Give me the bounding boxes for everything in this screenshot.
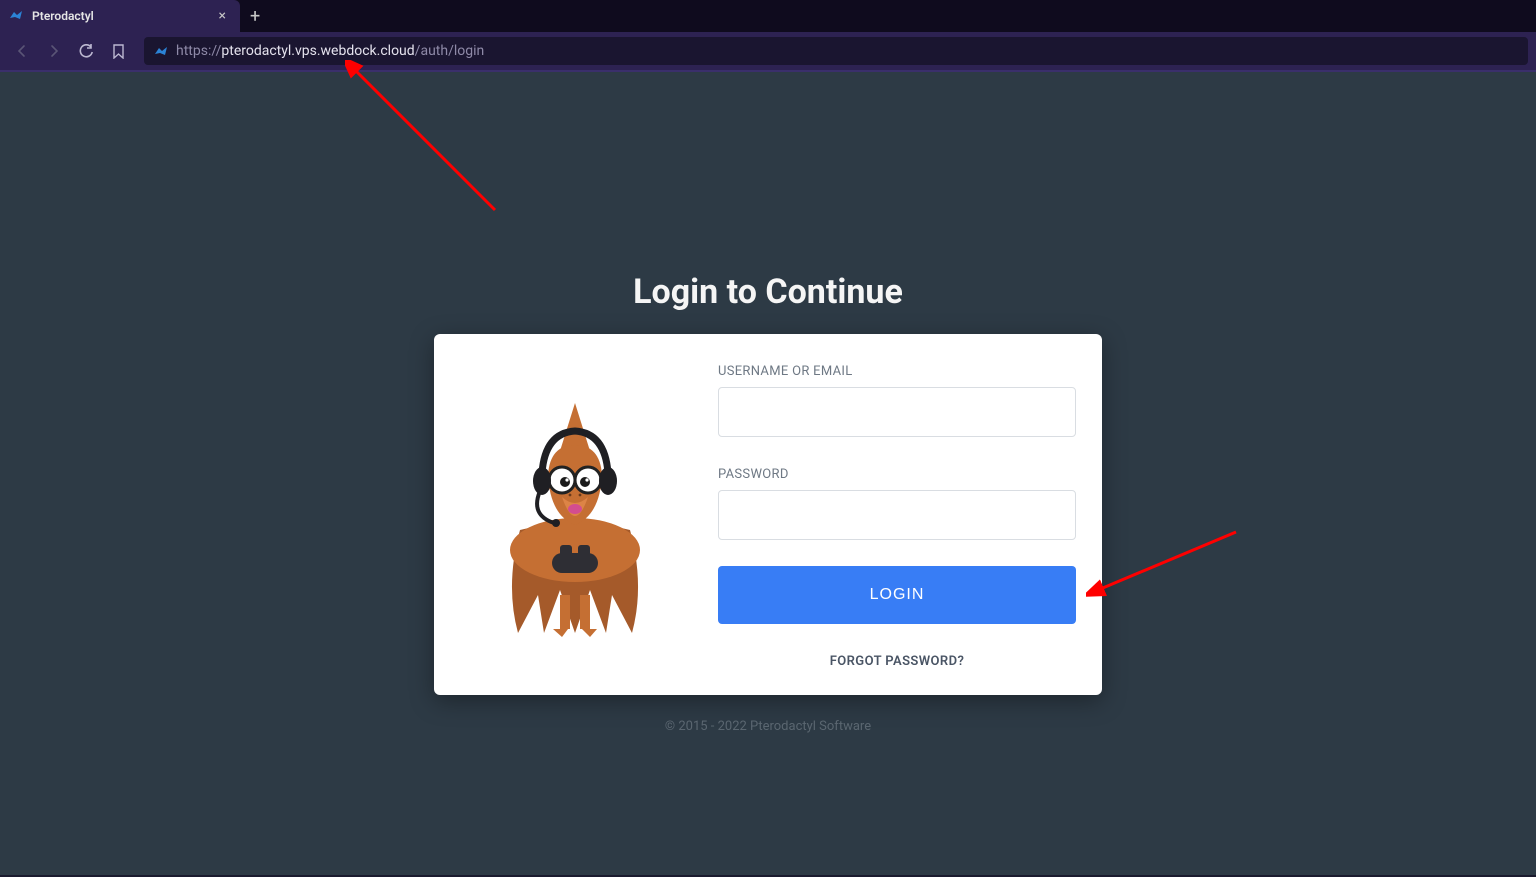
login-form: USERNAME OR EMAIL PASSWORD LOGIN FORGOT … — [718, 360, 1076, 669]
new-tab-button[interactable]: + — [240, 6, 260, 27]
reload-icon[interactable] — [72, 37, 100, 65]
username-input[interactable] — [718, 387, 1076, 437]
tab-bar: Pterodactyl × + — [0, 0, 1536, 32]
page-body: Login to Continue — [0, 72, 1536, 875]
tab-title: Pterodactyl — [32, 9, 207, 23]
page-title: Login to Continue — [633, 272, 903, 312]
password-label: PASSWORD — [718, 467, 1076, 482]
active-tab[interactable]: Pterodactyl × — [0, 0, 240, 32]
bookmark-icon[interactable] — [104, 37, 132, 65]
back-icon[interactable] — [8, 37, 36, 65]
site-favicon-icon — [154, 44, 168, 58]
forward-icon[interactable] — [40, 37, 68, 65]
login-button[interactable]: LOGIN — [718, 566, 1076, 624]
copyright-text: © 2015 - 2022 Pterodactyl Software — [665, 719, 871, 734]
mascot-image — [460, 360, 690, 669]
address-bar[interactable]: https://pterodactyl.vps.webdock.cloud/au… — [144, 37, 1528, 65]
browser-chrome: Pterodactyl × + https://pterodactyl.vps. — [0, 0, 1536, 72]
forgot-password-link[interactable]: FORGOT PASSWORD? — [718, 654, 1076, 669]
url-scheme: https:// — [176, 43, 221, 59]
url-path: /auth/login — [415, 43, 485, 59]
nav-bar: https://pterodactyl.vps.webdock.cloud/au… — [0, 32, 1536, 72]
password-input[interactable] — [718, 490, 1076, 540]
close-icon[interactable]: × — [215, 8, 230, 24]
username-label: USERNAME OR EMAIL — [718, 364, 1076, 379]
pterodactyl-favicon-icon — [8, 8, 24, 24]
login-card: USERNAME OR EMAIL PASSWORD LOGIN FORGOT … — [434, 334, 1102, 695]
url-host: pterodactyl.vps.webdock.cloud — [221, 43, 414, 59]
url-text: https://pterodactyl.vps.webdock.cloud/au… — [176, 43, 484, 59]
